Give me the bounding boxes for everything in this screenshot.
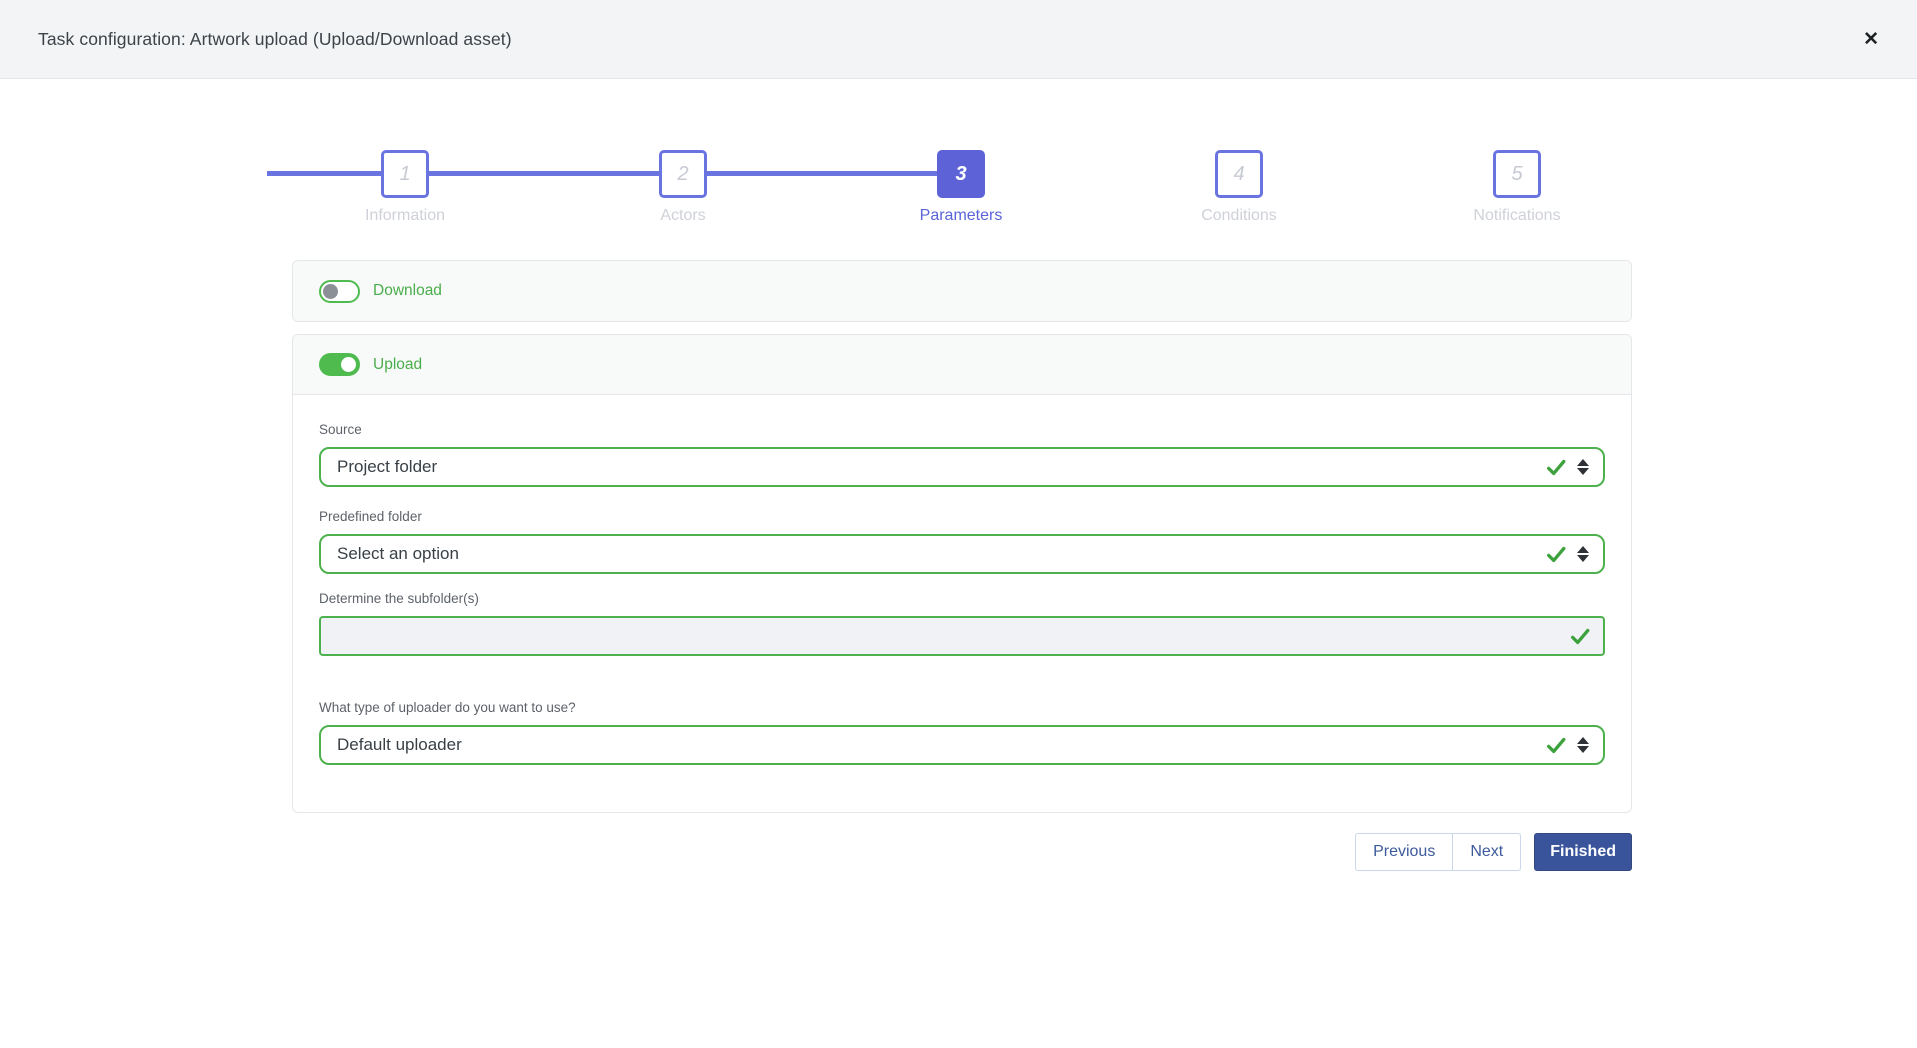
- step-number: 5: [1511, 163, 1522, 186]
- step-actors[interactable]: 2 Actors: [544, 150, 822, 226]
- toggle-knob: [323, 284, 338, 299]
- source-field: Source Project folder: [319, 422, 1605, 487]
- step-number: 2: [677, 163, 688, 186]
- predefined-folder-select[interactable]: Select an option: [319, 534, 1605, 574]
- step-number: 1: [399, 163, 410, 186]
- subfolder-label: Determine the subfolder(s): [319, 591, 1605, 606]
- subfolder-field: Determine the subfolder(s): [319, 591, 1605, 656]
- step-box: 5: [1493, 150, 1541, 198]
- step-label: Information: [365, 207, 445, 225]
- valid-check-icon: [1545, 543, 1567, 565]
- step-information[interactable]: 1 Information: [266, 150, 544, 226]
- valid-check-icon: [1545, 456, 1567, 478]
- subfolder-input[interactable]: [319, 616, 1605, 656]
- select-arrows-icon: [1577, 546, 1589, 562]
- wizard-stepper: 1 Information 2 Actors 3 Parameters 4 Co…: [266, 150, 1656, 226]
- download-toggle-label: Download: [373, 282, 442, 300]
- step-box: 3: [937, 150, 985, 198]
- predefined-folder-field: Predefined folder Select an option: [319, 509, 1605, 574]
- upload-panel: Upload Source Project folder Predefined …: [292, 334, 1632, 813]
- upload-panel-header: Upload: [293, 335, 1631, 395]
- source-select[interactable]: Project folder: [319, 447, 1605, 487]
- upload-toggle[interactable]: [319, 353, 360, 376]
- toggle-knob: [341, 357, 356, 372]
- finished-button[interactable]: Finished: [1534, 833, 1632, 871]
- select-arrows-icon: [1577, 737, 1589, 753]
- step-parameters[interactable]: 3 Parameters: [822, 150, 1100, 226]
- step-box: 1: [381, 150, 429, 198]
- select-arrows-icon: [1577, 459, 1589, 475]
- download-toggle[interactable]: [319, 280, 360, 303]
- close-icon[interactable]: ✕: [1855, 26, 1887, 53]
- upload-toggle-label: Upload: [373, 356, 422, 374]
- download-panel-header: Download: [293, 261, 1631, 321]
- upload-form: Source Project folder Predefined folder …: [293, 395, 1631, 812]
- valid-check-icon: [1545, 734, 1567, 756]
- step-box: 2: [659, 150, 707, 198]
- predefined-folder-select-value: Select an option: [337, 544, 1545, 564]
- step-conditions[interactable]: 4 Conditions: [1100, 150, 1378, 226]
- step-label: Actors: [660, 207, 705, 225]
- source-label: Source: [319, 422, 1605, 437]
- uploader-type-select-value: Default uploader: [337, 735, 1545, 755]
- step-number: 3: [955, 163, 966, 186]
- uploader-type-label: What type of uploader do you want to use…: [319, 700, 1605, 715]
- predefined-folder-label: Predefined folder: [319, 509, 1605, 524]
- valid-check-icon: [1569, 625, 1591, 647]
- step-box: 4: [1215, 150, 1263, 198]
- previous-button[interactable]: Previous: [1355, 833, 1453, 871]
- download-panel: Download: [292, 260, 1632, 322]
- step-label: Notifications: [1473, 207, 1560, 225]
- source-select-value: Project folder: [337, 457, 1545, 477]
- step-label: Parameters: [920, 207, 1003, 225]
- step-number: 4: [1233, 163, 1244, 186]
- step-notifications[interactable]: 5 Notifications: [1378, 150, 1656, 226]
- next-button[interactable]: Next: [1452, 833, 1521, 871]
- uploader-type-select[interactable]: Default uploader: [319, 725, 1605, 765]
- page-title: Task configuration: Artwork upload (Uplo…: [38, 29, 512, 50]
- dialog-header: Task configuration: Artwork upload (Uplo…: [0, 0, 1917, 79]
- uploader-type-field: What type of uploader do you want to use…: [319, 700, 1605, 765]
- parameters-content: Download Upload Source Project folder: [292, 260, 1632, 813]
- step-label: Conditions: [1201, 207, 1277, 225]
- wizard-footer: Previous Next Finished: [292, 833, 1632, 871]
